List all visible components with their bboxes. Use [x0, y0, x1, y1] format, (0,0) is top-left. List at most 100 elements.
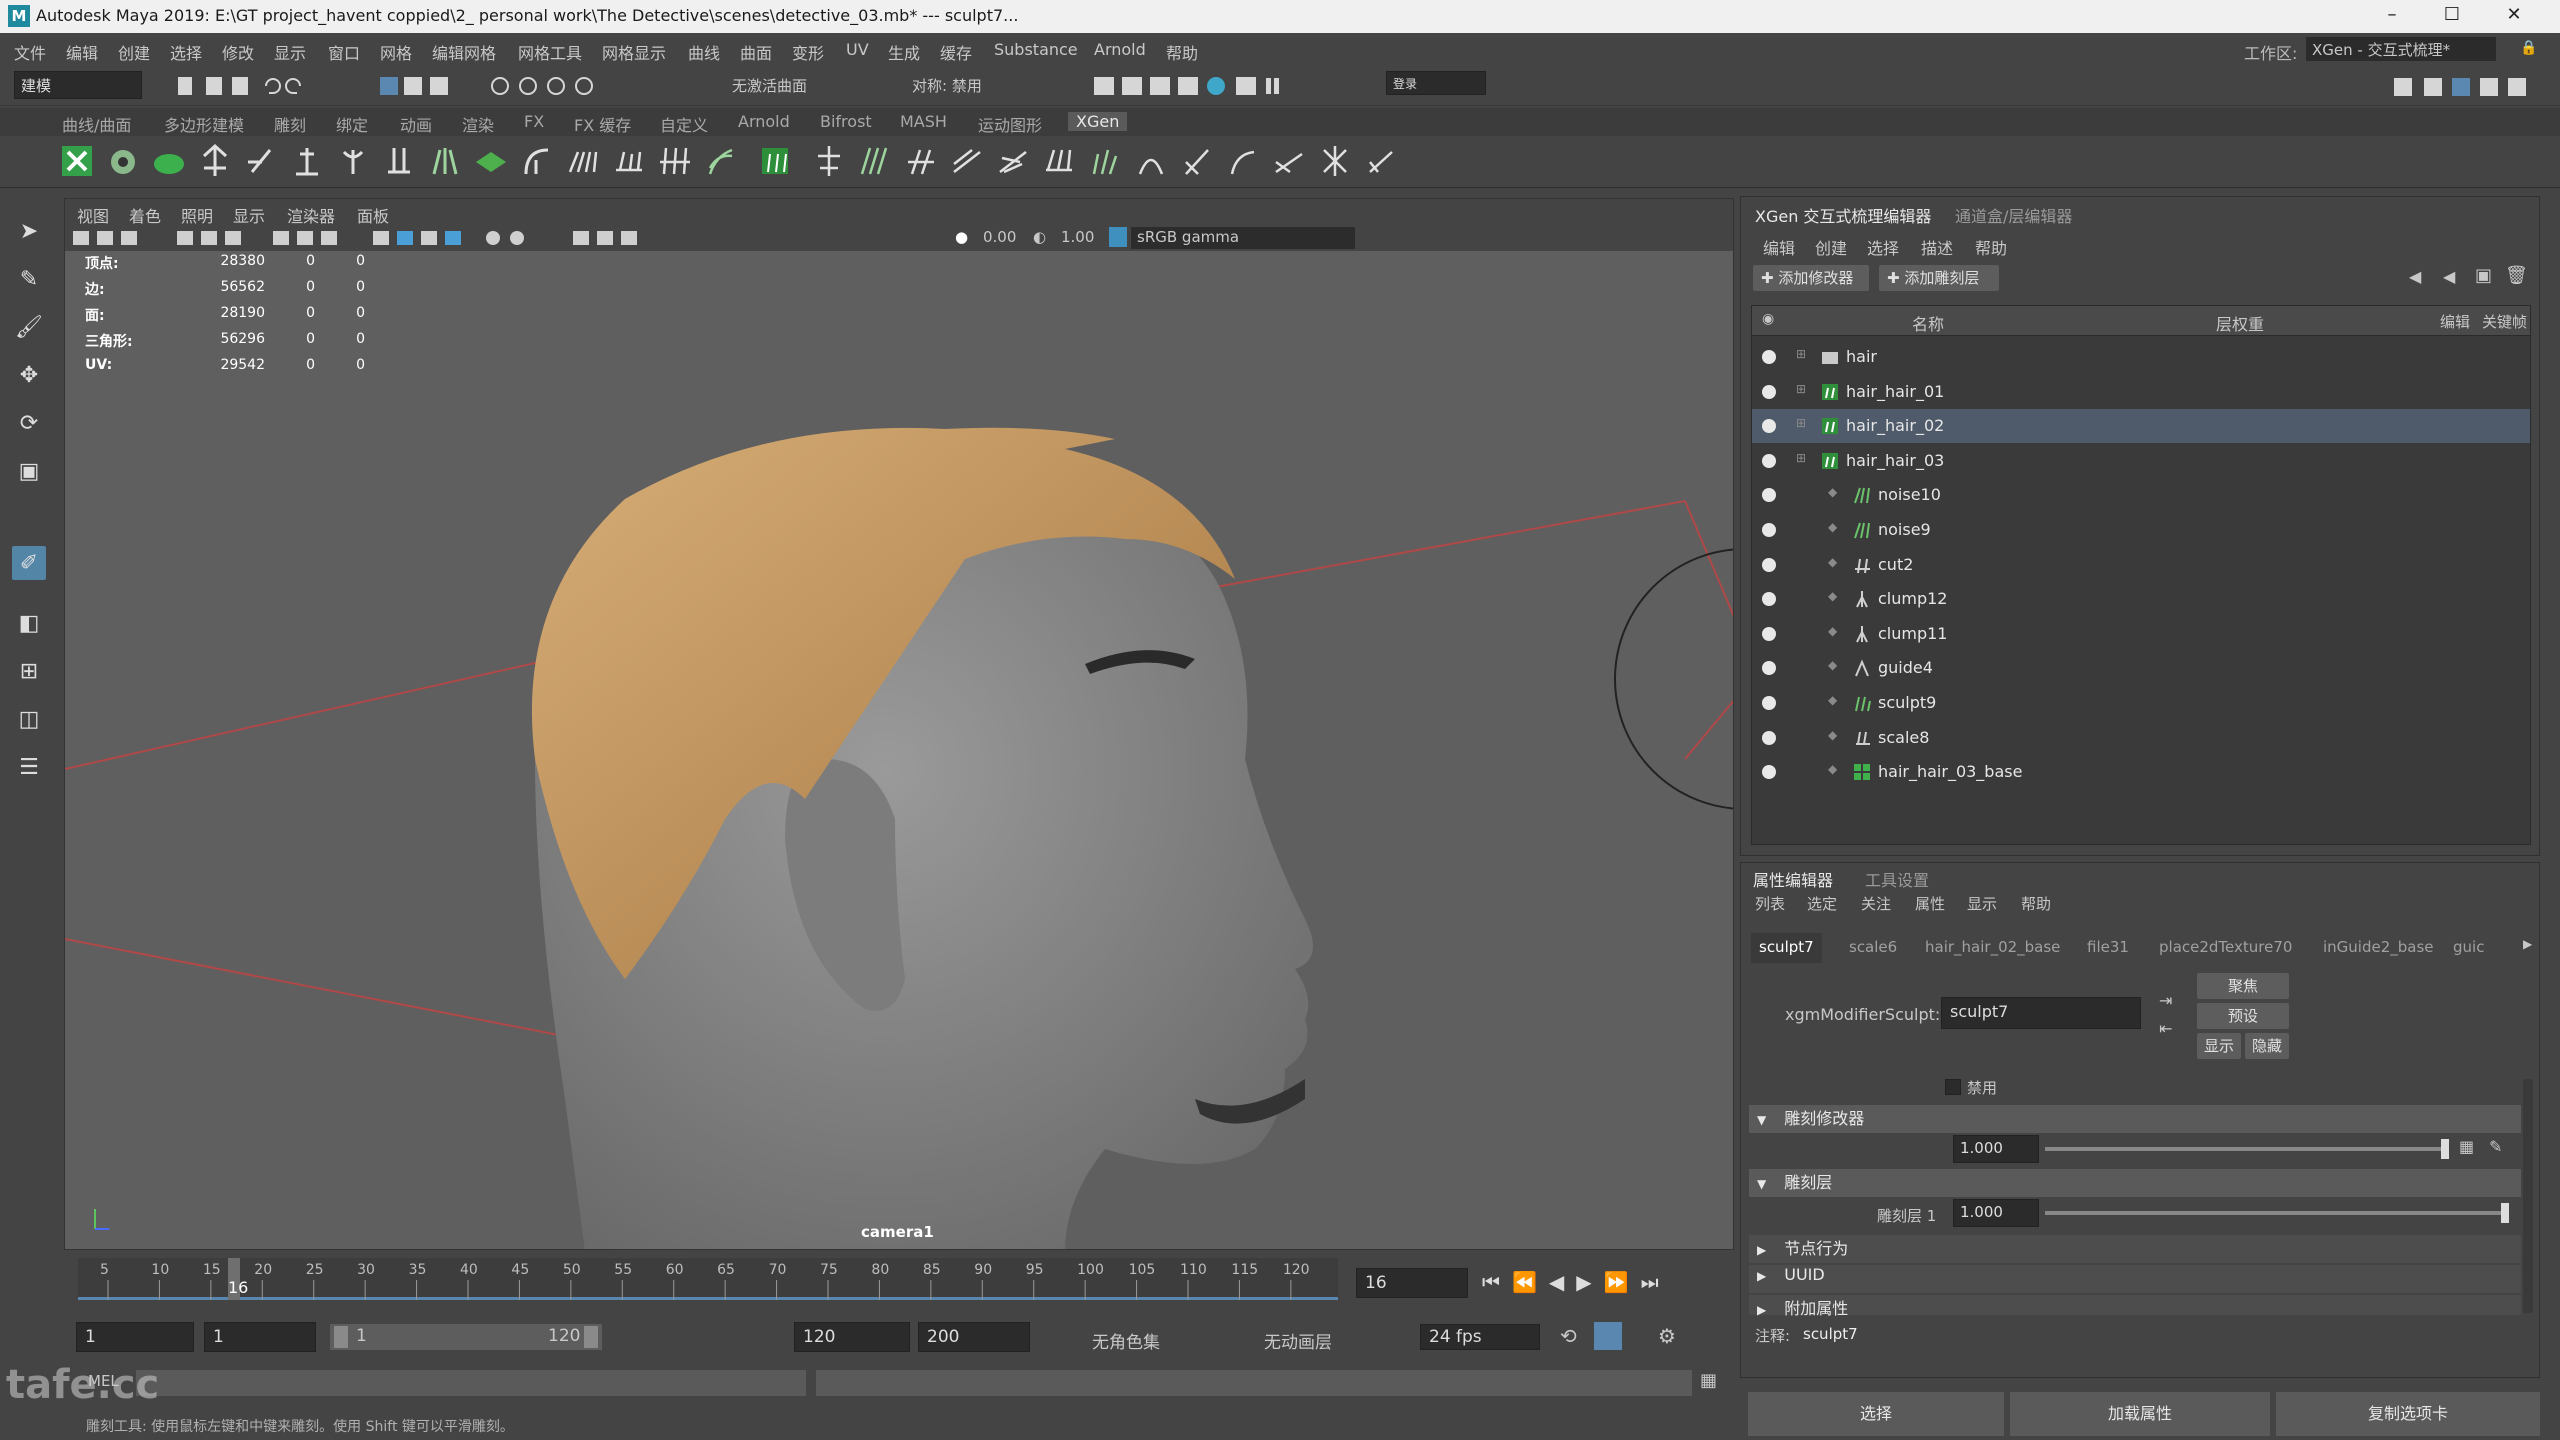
close-button[interactable]: ✕ [2502, 4, 2526, 28]
groom-cut-icon[interactable] [610, 142, 648, 180]
menu-generate[interactable]: 生成 [888, 40, 920, 64]
expand-toggle-icon[interactable]: ◆ [1828, 624, 1837, 638]
select-button[interactable]: 选择 [1748, 1392, 2004, 1436]
xgen-menu-describe[interactable]: 描述 [1921, 235, 1953, 259]
disable-checkbox[interactable] [1945, 1079, 1961, 1095]
xgen-panel-tab[interactable]: XGen 交互式梳理编辑器 [1755, 203, 1931, 227]
move-down-icon[interactable]: ◀ [2443, 267, 2455, 286]
groom-comb-icon[interactable] [564, 142, 602, 180]
node-tab-inguide[interactable]: inGuide2_base [2323, 938, 2434, 956]
place-guides-icon[interactable] [196, 142, 234, 180]
attr-menu-selected[interactable]: 选定 [1807, 893, 1837, 914]
modifier-tree-row[interactable]: ⊞ hair_hair_03 [1752, 444, 2530, 478]
minimize-button[interactable]: – [2380, 4, 2404, 28]
load-attributes-button[interactable]: 加载属性 [2010, 1392, 2270, 1436]
modifier-tree-row[interactable]: ◆ hair_hair_03_base [1752, 755, 2530, 789]
shelf-tab-curves[interactable]: 曲线/曲面 [62, 112, 131, 136]
exposure-field[interactable]: 0.00 [983, 228, 1016, 246]
panel-toggle-icons[interactable] [2390, 74, 2550, 100]
paint-select-tool-icon[interactable]: 🖌 [12, 310, 46, 344]
copy-tab-button[interactable]: 复制选项卡 [2276, 1392, 2540, 1436]
section-sculpt-modifier[interactable]: ▼ 雕刻修改器 [1749, 1105, 2521, 1133]
visibility-toggle[interactable] [1762, 453, 1776, 468]
color-management-icon[interactable] [1109, 227, 1127, 247]
section-uuid[interactable]: ▶ UUID [1749, 1265, 2521, 1293]
attr-menu-focus[interactable]: 关注 [1861, 893, 1891, 914]
rotate-tool-icon[interactable]: ⟳ [12, 406, 46, 440]
attr-menu-list[interactable]: 列表 [1755, 893, 1785, 914]
statusline-icon-strip[interactable] [170, 74, 730, 100]
attr-scrollbar[interactable] [2523, 1079, 2533, 1313]
maximize-button[interactable]: ☐ [2440, 4, 2464, 28]
range-slider-right-handle[interactable] [584, 1326, 598, 1348]
section-extra-attributes[interactable]: ▶ 附加属性 [1749, 1295, 2521, 1318]
workspace-dropdown[interactable]: XGen - 交互式梳理* [2306, 37, 2496, 61]
scale-tool-icon[interactable]: ▣ [12, 454, 46, 488]
expand-toggle-icon[interactable]: ◆ [1828, 762, 1837, 776]
channel-box-tab[interactable]: 通道盒/层编辑器 [1955, 203, 2072, 227]
xgen-menu-help[interactable]: 帮助 [1975, 235, 2007, 259]
modifier-noise-icon[interactable] [994, 142, 1032, 180]
shelf-tab-fx-cache[interactable]: FX 缓存 [574, 112, 631, 136]
menu-uv[interactable]: UV [846, 40, 869, 59]
move-up-icon[interactable]: ◀ [2409, 267, 2421, 286]
character-set-dropdown[interactable]: 无角色集 [1092, 1328, 1160, 1353]
visibility-toggle[interactable] [1762, 661, 1776, 676]
anim-prefs-icon[interactable]: ⚙ [1658, 1324, 1676, 1348]
menu-create[interactable]: 创建 [118, 40, 150, 64]
layer-weight-field[interactable]: 1.000 [1953, 1199, 2039, 1227]
add-sculpt-layer-button[interactable]: ✚ 添加雕刻层 [1879, 265, 1999, 291]
section-node-behavior[interactable]: ▶ 节点行为 [1749, 1235, 2521, 1263]
menu-substance[interactable]: Substance [994, 40, 1078, 59]
live-surface-field[interactable]: 无激活曲面 [732, 75, 807, 96]
outliner-layout-icon[interactable]: ☰ [12, 750, 46, 784]
range-slider-left-handle[interactable] [334, 1326, 348, 1348]
expand-toggle-icon[interactable]: ◆ [1828, 485, 1837, 499]
modifier-sculpt-icon[interactable] [1086, 142, 1124, 180]
expand-toggle-icon[interactable]: ◆ [1828, 693, 1837, 707]
visibility-toggle[interactable] [1762, 350, 1776, 364]
map-texture-icon[interactable]: ▦ [2459, 1137, 2474, 1156]
modifier-tree-row[interactable]: ◆ guide4 [1752, 651, 2530, 685]
guide-plane-icon[interactable] [472, 142, 510, 180]
menuset-dropdown[interactable]: 建模 [14, 71, 142, 99]
expand-toggle-icon[interactable]: ◆ [1828, 728, 1837, 742]
layer-weight-slider[interactable] [2045, 1211, 2505, 1215]
modifier-twist-icon[interactable] [1132, 142, 1170, 180]
vp-menu-show[interactable]: 显示 [233, 203, 265, 227]
vp-menu-shading[interactable]: 着色 [129, 203, 161, 227]
sculpt-layer-icon[interactable] [756, 142, 794, 180]
playback-controls[interactable]: ⏮⏪◀▶⏩⏭ [1482, 1270, 1671, 1294]
command-input[interactable] [136, 1370, 806, 1396]
expand-toggle-icon[interactable]: ⊞ [1796, 416, 1806, 430]
modifier-scale-icon[interactable] [1040, 142, 1078, 180]
viewport-panel[interactable]: 视图 着色 照明 显示 渲染器 面板 ● 0.00 ◐ 1.00 sRGB ga… [64, 198, 1734, 1250]
shelf-tab-custom[interactable]: 自定义 [660, 112, 708, 136]
menu-modify[interactable]: 修改 [222, 40, 254, 64]
modifier-coil-icon[interactable] [856, 142, 894, 180]
menu-cache[interactable]: 缓存 [940, 40, 972, 64]
auto-key-icon[interactable] [1594, 1322, 1622, 1350]
shelf-tab-sculpt[interactable]: 雕刻 [274, 112, 306, 136]
attr-menu-attributes[interactable]: 属性 [1915, 893, 1945, 914]
delete-icon[interactable]: 🗑 [2505, 265, 2528, 286]
xgen-sculpt-tool-icon[interactable]: ✐ [12, 546, 46, 580]
playback-start-field[interactable]: 1 [204, 1322, 316, 1352]
expand-toggle-icon[interactable]: ◆ [1828, 555, 1837, 569]
menu-edit-mesh[interactable]: 编辑网格 [432, 40, 496, 64]
expand-toggle-icon[interactable]: ◆ [1828, 589, 1837, 603]
modifier-tree-row[interactable]: ◆ scale8 [1752, 721, 2530, 755]
two-view-layout-icon[interactable]: ◫ [12, 702, 46, 736]
modifier-tree-row[interactable]: ◆ sculpt9 [1752, 686, 2530, 720]
node-tab-base[interactable]: hair_hair_02_base [1925, 938, 2060, 956]
visibility-toggle[interactable] [1762, 730, 1776, 745]
viewport-scene[interactable] [65, 199, 1734, 1250]
script-editor-icon[interactable]: ▦ [1700, 1370, 1717, 1391]
modifier-cut-icon[interactable] [902, 142, 940, 180]
time-slider[interactable]: 5 10 15 20 25 30 35 40 45 50 55 60 65 70 75 80 85 90 95 100… [64, 1252, 1734, 1314]
attr-menu-help[interactable]: 帮助 [2021, 893, 2051, 914]
menu-help[interactable]: 帮助 [1166, 40, 1198, 64]
focus-button[interactable]: 聚焦 [2197, 973, 2289, 999]
visibility-toggle[interactable] [1762, 592, 1776, 607]
range-slider[interactable]: 1 120 [330, 1324, 602, 1350]
